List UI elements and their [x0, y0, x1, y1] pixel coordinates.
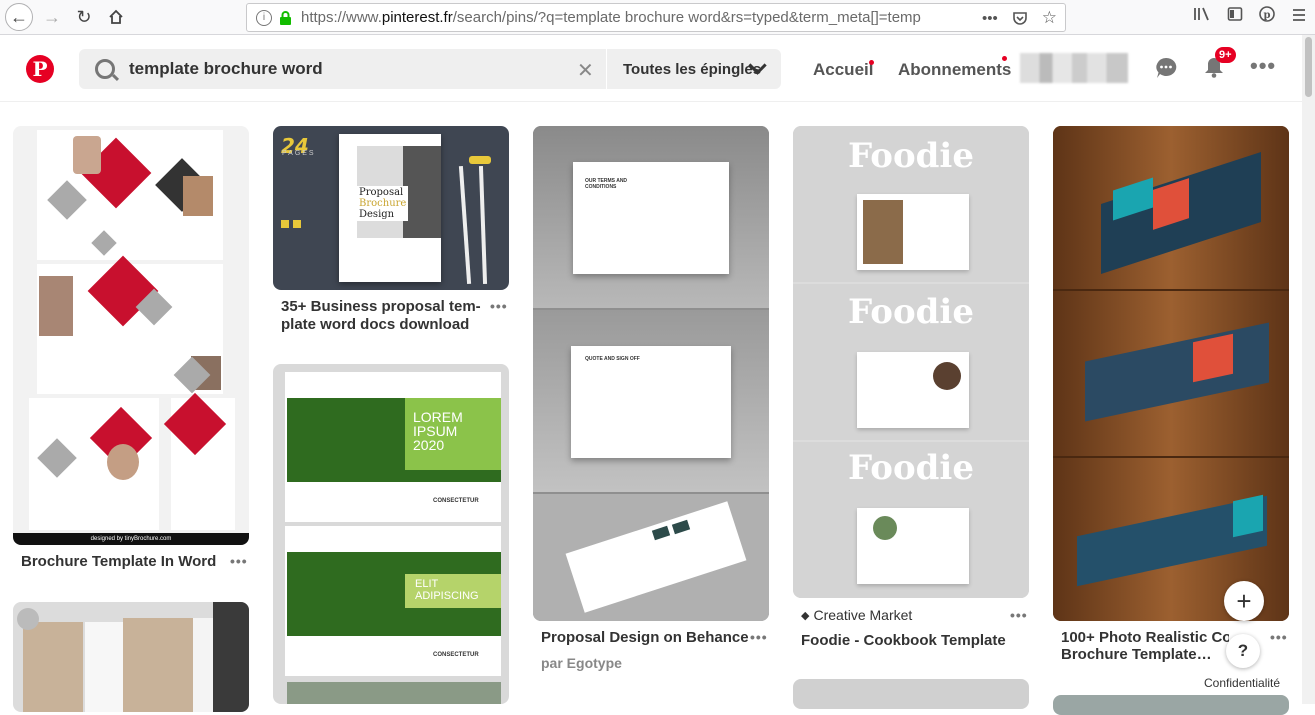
- pin-title[interactable]: Foodie - Cookbook Template: [801, 632, 1006, 650]
- browser-toolbar: ← → ↻ i https://www.pinterest.fr/search/…: [0, 0, 1315, 35]
- pin-image-next[interactable]: [793, 679, 1029, 709]
- pin-title[interactable]: 100+ Photo Realistic Corpo Brochure Temp…: [1061, 629, 1229, 663]
- profile-name-blurred[interactable]: [1020, 53, 1128, 83]
- pin-image-trifold-brochure[interactable]: [1053, 126, 1289, 621]
- library-icon[interactable]: [1193, 6, 1211, 22]
- pin-more-button[interactable]: •••: [1270, 629, 1288, 645]
- notifications-badge: 9+: [1215, 47, 1236, 63]
- pin-more-button[interactable]: •••: [750, 629, 768, 645]
- pin-title[interactable]: Brochure Template In Word: [21, 553, 216, 571]
- pin-title[interactable]: 35+ Business proposal tem- plate word do…: [281, 298, 481, 334]
- back-button[interactable]: ←: [5, 3, 33, 31]
- page-actions-icon[interactable]: •••: [982, 10, 998, 27]
- pin-author[interactable]: par Egotype: [541, 655, 622, 671]
- pin-image-proposal-behance[interactable]: OUR TERMS AND CONDITIONS QUOTE AND SIGN …: [533, 126, 769, 621]
- hamburger-icon: [1293, 9, 1305, 21]
- pin-more-button[interactable]: •••: [230, 553, 248, 569]
- pin-title[interactable]: Proposal Design on Behance: [541, 629, 749, 647]
- site-header: P ✕ Toutes les épingles Accueil Abonneme…: [0, 35, 1302, 102]
- page-scrollbar[interactable]: [1302, 35, 1315, 704]
- bookmark-star-icon[interactable]: ☆: [1042, 8, 1057, 28]
- sidebar-icon[interactable]: [1227, 6, 1243, 22]
- privacy-link[interactable]: Confidentialité: [1204, 676, 1280, 690]
- following-notification-dot: [1002, 56, 1007, 61]
- create-pin-button[interactable]: +: [1224, 581, 1264, 621]
- lock-icon: [280, 10, 291, 25]
- pin-source[interactable]: ◆ Creative Market: [801, 607, 912, 623]
- pinterest-extension-icon[interactable]: p: [1259, 6, 1275, 22]
- pin-image-green-brochure[interactable]: LOREM IPSUM 2020 CONSECTETUR ELIT ADIPIS…: [273, 364, 509, 704]
- pin-more-button[interactable]: •••: [490, 298, 508, 314]
- url-text: https://www.pinterest.fr/search/pins/?q=…: [301, 9, 921, 26]
- pin-image-foodie-cookbook[interactable]: Foodie Foodie Foodie: [793, 126, 1029, 598]
- pin-filter-dropdown[interactable]: Toutes les épingles: [623, 61, 761, 78]
- scrollbar-thumb[interactable]: [1305, 37, 1312, 97]
- pin-image-caption: designed by tinyBrochure.com: [13, 533, 249, 545]
- pin-image-kraft-brochure[interactable]: [13, 602, 249, 712]
- reload-icon: ↻: [76, 6, 92, 27]
- address-bar[interactable]: i https://www.pinterest.fr/search/pins/?…: [246, 3, 1066, 32]
- svg-text:p: p: [1264, 10, 1271, 21]
- pocket-icon[interactable]: [1012, 10, 1028, 26]
- search-icon: [95, 59, 115, 79]
- search-input[interactable]: [129, 57, 629, 81]
- home-notification-dot: [869, 60, 874, 65]
- messages-icon[interactable]: [1155, 57, 1177, 79]
- arrow-left-icon: ←: [10, 6, 28, 27]
- nav-following[interactable]: Abonnements: [898, 60, 1011, 80]
- pin-more-button[interactable]: •••: [1010, 607, 1028, 623]
- search-bar: ✕ Toutes les épingles: [79, 49, 781, 89]
- help-button[interactable]: ?: [1226, 634, 1260, 668]
- home-icon: [109, 9, 123, 24]
- pin-image-brochure[interactable]: designed by tinyBrochure.com: [13, 126, 249, 545]
- nav-home[interactable]: Accueil: [813, 60, 873, 80]
- reload-button[interactable]: ↻: [70, 3, 98, 31]
- info-icon[interactable]: i: [256, 9, 272, 26]
- tag-icon: ◆: [801, 609, 810, 622]
- more-options-icon[interactable]: •••: [1250, 53, 1276, 79]
- pin-image-next[interactable]: [1053, 695, 1289, 715]
- browser-menu-button[interactable]: [1292, 8, 1306, 27]
- clear-search-icon[interactable]: ✕: [577, 58, 594, 83]
- home-button[interactable]: [102, 3, 130, 31]
- forward-button[interactable]: →: [38, 3, 66, 31]
- arrow-right-icon: →: [43, 6, 61, 27]
- pinterest-logo[interactable]: P: [26, 55, 54, 83]
- pin-image-proposal-brochure[interactable]: 24 PAGES Proposal Brochure Design: [273, 126, 509, 290]
